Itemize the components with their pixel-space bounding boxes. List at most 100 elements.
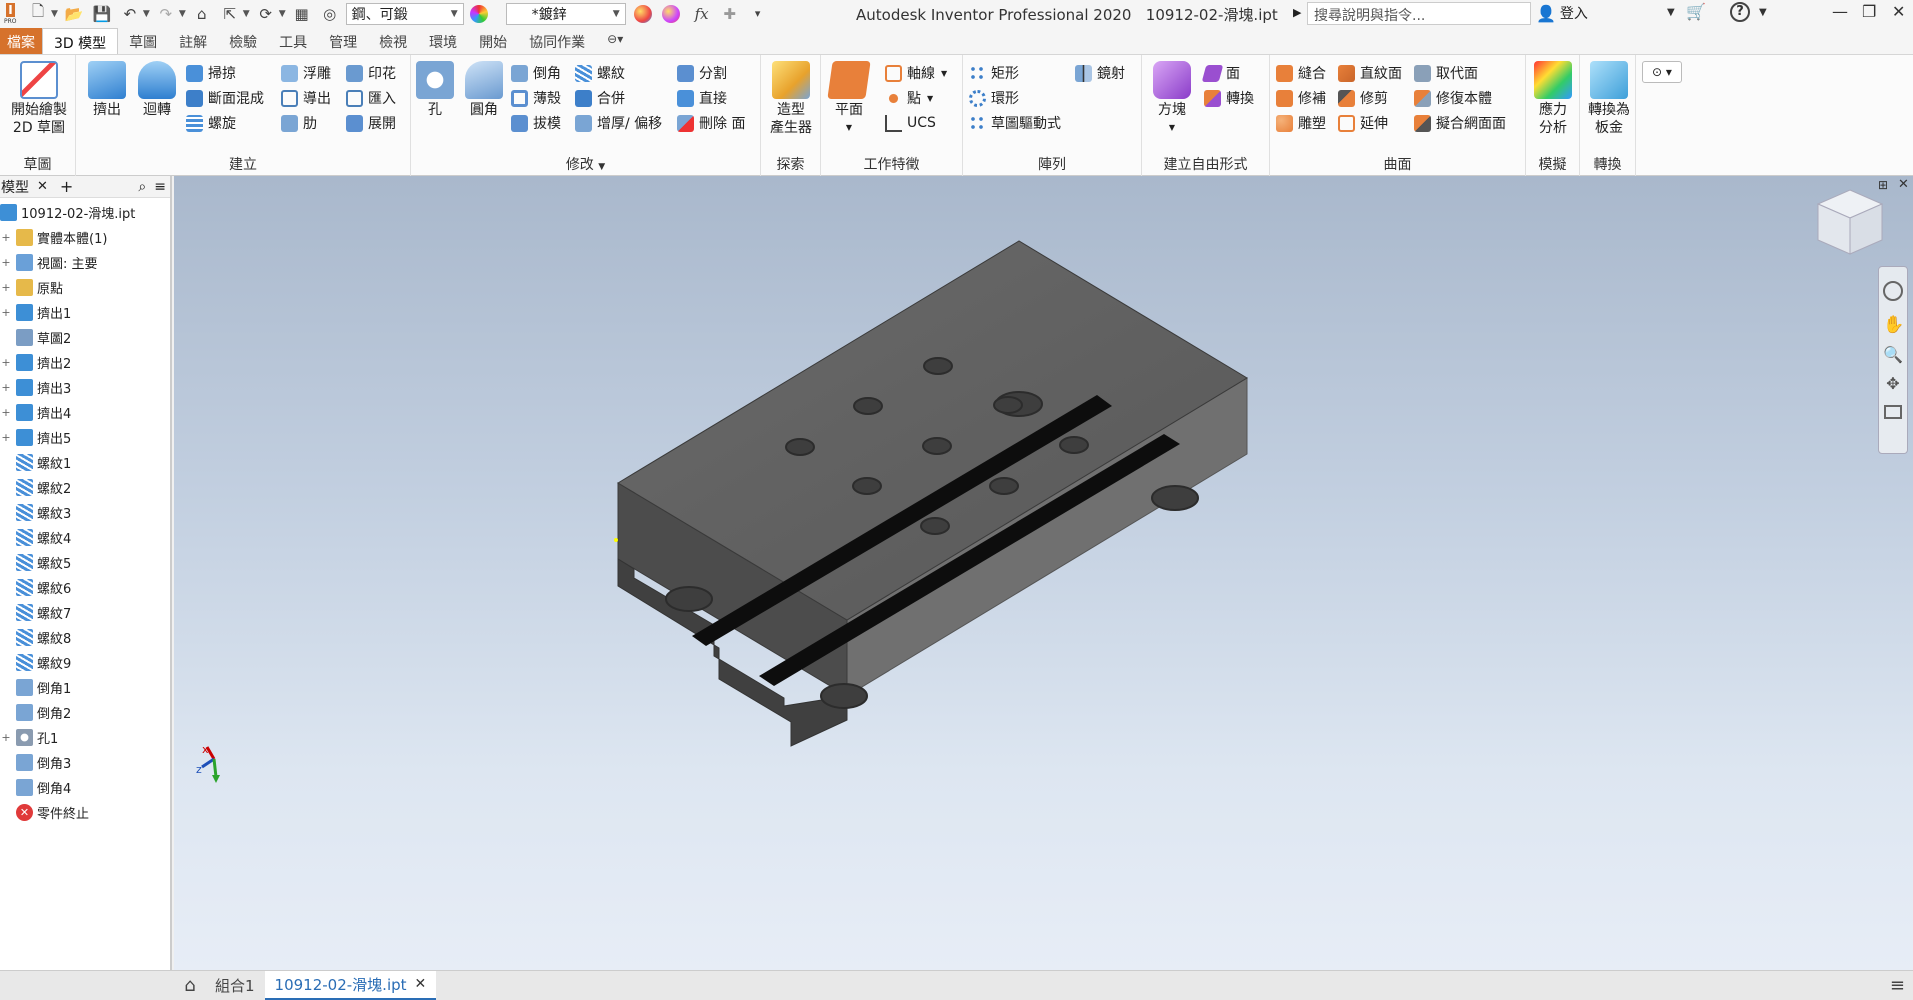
search-input[interactable]: 搜尋說明與指令...: [1307, 2, 1531, 25]
tab-view[interactable]: 檢視: [368, 28, 418, 54]
chevron-down-icon[interactable]: ▼: [1759, 7, 1767, 18]
sweep-button[interactable]: 掃掠: [186, 62, 236, 84]
point-button[interactable]: 點 ▼: [885, 87, 933, 109]
axis-button[interactable]: 軸線 ▼: [885, 62, 947, 84]
shape-generator-button[interactable]: 造型 產生器: [767, 61, 815, 137]
panel-title-modify[interactable]: 修改 ▼: [411, 154, 760, 174]
restore-viewport-icon[interactable]: ⊞: [1878, 178, 1888, 192]
trim-button[interactable]: 修剪: [1338, 87, 1388, 109]
tab-3d-model[interactable]: 3D 模型: [42, 28, 119, 54]
parameters-icon[interactable]: fx: [690, 3, 714, 25]
sculpt-button[interactable]: 雕塑: [1276, 112, 1326, 134]
browser-node[interactable]: + 擠出5: [0, 425, 170, 450]
expand-icon[interactable]: +: [0, 731, 12, 744]
draft-button[interactable]: 拔模: [511, 112, 561, 134]
search-icon[interactable]: ⌕: [138, 179, 146, 195]
browser-node[interactable]: + 擠出3: [0, 375, 170, 400]
tab-get-started[interactable]: 開始: [468, 28, 518, 54]
ruled-surface-button[interactable]: 直紋面: [1338, 62, 1402, 84]
ucs-button[interactable]: UCS: [885, 112, 936, 134]
fit-mesh-face-button[interactable]: 擬合網面面: [1414, 112, 1506, 134]
model-view[interactable]: x z: [174, 176, 1913, 970]
browser-node[interactable]: + 擠出2: [0, 350, 170, 375]
convert-to-sheet-metal-button[interactable]: 轉換為 板金: [1586, 61, 1632, 137]
browser-node[interactable]: 螺紋3: [0, 500, 170, 525]
expand-icon[interactable]: +: [0, 306, 12, 319]
emboss-button[interactable]: 浮雕: [281, 62, 331, 84]
browser-node[interactable]: 螺紋9: [0, 650, 170, 675]
restore-icon[interactable]: ❐: [1862, 2, 1876, 21]
steering-wheel-icon[interactable]: [1883, 281, 1903, 301]
open-file-icon[interactable]: 📂: [62, 3, 86, 25]
tab-annotate[interactable]: 註解: [168, 28, 218, 54]
undo-icon[interactable]: ↶: [118, 3, 142, 25]
viewcube[interactable]: [1814, 186, 1886, 258]
browser-node[interactable]: + 原點: [0, 275, 170, 300]
browser-node[interactable]: 倒角3: [0, 750, 170, 775]
cart-icon[interactable]: 🛒: [1686, 2, 1706, 21]
tab-tools[interactable]: 工具: [268, 28, 318, 54]
material-select[interactable]: 鋼、可鍛 ▼: [345, 2, 464, 25]
stress-analysis-button[interactable]: 應力 分析: [1532, 61, 1574, 137]
expand-icon[interactable]: +: [0, 381, 12, 394]
adjust-appearance-icon[interactable]: [633, 4, 652, 23]
browser-node[interactable]: + 孔1: [0, 725, 170, 750]
import-button[interactable]: 匯入: [346, 87, 396, 109]
browser-node[interactable]: + 視圖: 主要: [0, 250, 170, 275]
delete-face-button[interactable]: 刪除 面: [677, 112, 745, 134]
appearance-color-icon[interactable]: [469, 4, 488, 23]
expand-icon[interactable]: +: [0, 406, 12, 419]
expand-icon[interactable]: +: [0, 231, 12, 244]
browser-node[interactable]: 倒角4: [0, 775, 170, 800]
close-icon[interactable]: ✕: [1892, 2, 1905, 21]
chevron-down-icon[interactable]: ▼: [279, 9, 286, 19]
pan-icon[interactable]: ✋: [1883, 315, 1904, 335]
ribbon-options-button[interactable]: ⊙ ▾: [1642, 61, 1682, 83]
browser-node[interactable]: 倒角1: [0, 675, 170, 700]
browser-tab-model[interactable]: 模型: [1, 177, 29, 197]
expand-icon[interactable]: +: [0, 281, 12, 294]
graphics-window[interactable]: x z ⊞ ✕ ✋ 🔍 ✥: [174, 176, 1913, 970]
menu-icon[interactable]: ≡: [154, 179, 166, 195]
measure-icon[interactable]: ▦: [290, 3, 314, 25]
close-icon[interactable]: ✕: [37, 179, 48, 194]
clear-appearance-icon[interactable]: [661, 4, 680, 23]
browser-node[interactable]: + 實體本體(1): [0, 225, 170, 250]
unfold-button[interactable]: 展開: [346, 112, 396, 134]
zoom-icon[interactable]: 🔍: [1883, 345, 1903, 364]
browser-node[interactable]: ✕ 零件終止: [0, 800, 170, 825]
combine-button[interactable]: 合併: [575, 87, 625, 109]
extend-button[interactable]: 延伸: [1338, 112, 1388, 134]
tab-manage[interactable]: 管理: [318, 28, 368, 54]
plane-button[interactable]: 平面 ▼: [827, 61, 871, 137]
derive-button[interactable]: 導出: [281, 87, 331, 109]
mirror-button[interactable]: 鏡射: [1075, 62, 1125, 84]
document-list-icon[interactable]: ≡: [1890, 975, 1905, 996]
thicken-offset-button[interactable]: 增厚/ 偏移: [575, 112, 662, 134]
expand-icon[interactable]: +: [0, 431, 12, 444]
decal-button[interactable]: 印花: [346, 62, 396, 84]
rectangular-pattern-button[interactable]: 矩形: [969, 62, 1019, 84]
browser-node[interactable]: 螺紋1: [0, 450, 170, 475]
fillet-button[interactable]: 圓角: [463, 61, 505, 119]
browser-node[interactable]: 倒角2: [0, 700, 170, 725]
chevron-down-icon[interactable]: ▼: [243, 9, 250, 19]
hole-button[interactable]: 孔: [415, 61, 455, 119]
start-2d-sketch-button[interactable]: 開始繪製 2D 草圖: [4, 61, 74, 137]
tab-file[interactable]: 檔案: [0, 28, 42, 54]
browser-node[interactable]: 螺紋8: [0, 625, 170, 650]
app-logo-icon[interactable]: I PRO: [2, 2, 22, 26]
close-viewport-icon[interactable]: ✕: [1898, 177, 1909, 192]
tab-collaborate[interactable]: 協同作業: [518, 28, 596, 54]
browser-node[interactable]: 草圖2: [0, 325, 170, 350]
doc-tab-assembly1[interactable]: 組合1: [205, 971, 265, 1000]
thread-button[interactable]: 螺紋: [575, 62, 625, 84]
slider-block-part[interactable]: [614, 240, 1248, 747]
coil-button[interactable]: 螺旋: [186, 112, 236, 134]
home-icon[interactable]: ⌂: [190, 3, 214, 25]
chamfer-button[interactable]: 倒角: [511, 62, 561, 84]
sketch-driven-pattern-button[interactable]: 草圖驅動式: [969, 112, 1061, 134]
browser-node[interactable]: 10912-02-滑塊.ipt: [0, 200, 170, 225]
update-icon[interactable]: ⟳: [254, 3, 278, 25]
expand-icon[interactable]: +: [0, 256, 12, 269]
